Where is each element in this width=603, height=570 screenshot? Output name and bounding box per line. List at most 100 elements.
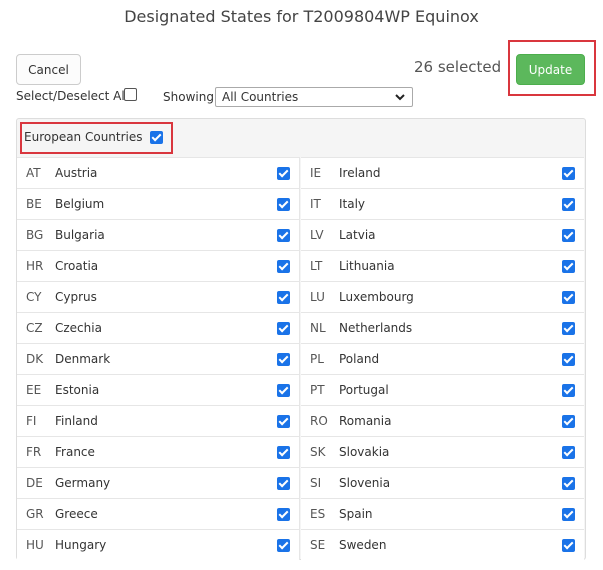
country-name: Estonia — [55, 383, 100, 397]
country-name: Czechia — [55, 321, 102, 335]
country-name: Sweden — [339, 538, 387, 552]
country-row-gr[interactable]: GR Greece — [17, 498, 300, 529]
country-checkbox-sk[interactable] — [562, 445, 575, 459]
showing-select[interactable]: All Countries — [215, 87, 413, 107]
group-checkbox[interactable] — [149, 130, 163, 144]
country-name: Austria — [55, 166, 98, 180]
country-name: Ireland — [339, 166, 381, 180]
country-name: Italy — [339, 197, 366, 211]
country-row-pt[interactable]: PT Portugal — [301, 374, 584, 405]
country-row-hu[interactable]: HU Hungary — [17, 529, 300, 560]
country-row-ee[interactable]: EE Estonia — [17, 374, 300, 405]
group-label: European Countries — [24, 130, 143, 144]
country-code: BE — [26, 197, 42, 211]
country-row-si[interactable]: SI Slovenia — [301, 467, 584, 498]
country-name: Lithuania — [339, 259, 395, 273]
country-checkbox-cz[interactable] — [277, 321, 290, 335]
country-name: Greece — [55, 507, 98, 521]
select-all-label: Select/Deselect All — [16, 89, 129, 103]
country-name: Denmark — [55, 352, 111, 366]
country-row-at[interactable]: AT Austria — [17, 157, 300, 188]
country-code: SK — [310, 445, 326, 459]
country-code: ES — [310, 507, 326, 521]
country-row-ie[interactable]: IE Ireland — [301, 157, 584, 188]
country-checkbox-hu[interactable] — [277, 538, 290, 552]
country-code: HU — [26, 538, 44, 552]
country-code: LV — [310, 228, 324, 242]
country-row-be[interactable]: BE Belgium — [17, 188, 300, 219]
country-code: BG — [26, 228, 44, 242]
country-code: RO — [310, 414, 328, 428]
country-checkbox-it[interactable] — [562, 197, 575, 211]
country-checkbox-nl[interactable] — [562, 321, 575, 335]
country-checkbox-si[interactable] — [562, 476, 575, 490]
chevron-down-icon — [395, 94, 405, 101]
country-checkbox-lt[interactable] — [562, 259, 575, 273]
country-checkbox-de[interactable] — [277, 476, 290, 490]
country-row-ro[interactable]: RO Romania — [301, 405, 584, 436]
country-row-nl[interactable]: NL Netherlands — [301, 312, 584, 343]
showing-label: Showing: — [163, 90, 218, 104]
country-row-sk[interactable]: SK Slovakia — [301, 436, 584, 467]
country-name: Poland — [339, 352, 380, 366]
country-code: SI — [310, 476, 322, 490]
country-row-se[interactable]: SE Sweden — [301, 529, 584, 560]
country-checkbox-es[interactable] — [562, 507, 575, 521]
country-code: DK — [26, 352, 44, 366]
country-name: Hungary — [55, 538, 107, 552]
country-checkbox-lu[interactable] — [562, 290, 575, 304]
country-row-hr[interactable]: HR Croatia — [17, 250, 300, 281]
country-row-cy[interactable]: CY Cyprus — [17, 281, 300, 312]
country-checkbox-ro[interactable] — [562, 414, 575, 428]
country-checkbox-pt[interactable] — [562, 383, 575, 397]
country-checkbox-dk[interactable] — [277, 352, 290, 366]
cancel-button[interactable]: Cancel — [16, 54, 81, 85]
selected-count: 26 selected — [414, 58, 502, 76]
country-name: Portugal — [339, 383, 389, 397]
country-name: Slovenia — [339, 476, 391, 490]
country-checkbox-fr[interactable] — [277, 445, 290, 459]
group-header: European Countries — [24, 130, 163, 144]
country-row-bg[interactable]: BG Bulgaria — [17, 219, 300, 250]
country-checkbox-cy[interactable] — [277, 290, 290, 304]
country-name: Netherlands — [339, 321, 413, 335]
country-checkbox-lv[interactable] — [562, 228, 575, 242]
country-code: AT — [26, 166, 41, 180]
country-row-dk[interactable]: DK Denmark — [17, 343, 300, 374]
country-name: Croatia — [55, 259, 99, 273]
country-row-es[interactable]: ES Spain — [301, 498, 584, 529]
country-code: FI — [26, 414, 37, 428]
country-name: Spain — [339, 507, 373, 521]
country-checkbox-bg[interactable] — [277, 228, 290, 242]
country-row-de[interactable]: DE Germany — [17, 467, 300, 498]
country-name: Belgium — [55, 197, 105, 211]
country-row-it[interactable]: IT Italy — [301, 188, 584, 219]
country-row-lt[interactable]: LT Lithuania — [301, 250, 584, 281]
country-name: Luxembourg — [339, 290, 414, 304]
country-code: LU — [310, 290, 325, 304]
country-row-lu[interactable]: LU Luxembourg — [301, 281, 584, 312]
country-row-fr[interactable]: FR France — [17, 436, 300, 467]
country-code: PT — [310, 383, 325, 397]
country-row-fi[interactable]: FI Finland — [17, 405, 300, 436]
country-checkbox-hr[interactable] — [277, 259, 290, 273]
country-code: FR — [26, 445, 42, 459]
country-row-pl[interactable]: PL Poland — [301, 343, 584, 374]
country-name: Slovakia — [339, 445, 390, 459]
country-checkbox-gr[interactable] — [277, 507, 290, 521]
country-checkbox-se[interactable] — [562, 538, 575, 552]
country-checkbox-fi[interactable] — [277, 414, 290, 428]
update-button[interactable]: Update — [516, 54, 585, 85]
country-checkbox-at[interactable] — [277, 166, 290, 180]
country-row-cz[interactable]: CZ Czechia — [17, 312, 300, 343]
country-checkbox-pl[interactable] — [562, 352, 575, 366]
page-title: Designated States for T2009804WP Equinox — [124, 7, 479, 26]
country-code: CY — [26, 290, 42, 304]
country-checkbox-be[interactable] — [277, 197, 290, 211]
country-checkbox-ie[interactable] — [562, 166, 575, 180]
country-checkbox-ee[interactable] — [277, 383, 290, 397]
country-name: Bulgaria — [55, 228, 105, 242]
country-row-lv[interactable]: LV Latvia — [301, 219, 584, 250]
select-all-checkbox[interactable] — [124, 88, 137, 101]
countries-grid: AT Austria BE Belgium BG Bulgaria HR Croatia CY C… — [17, 157, 584, 560]
